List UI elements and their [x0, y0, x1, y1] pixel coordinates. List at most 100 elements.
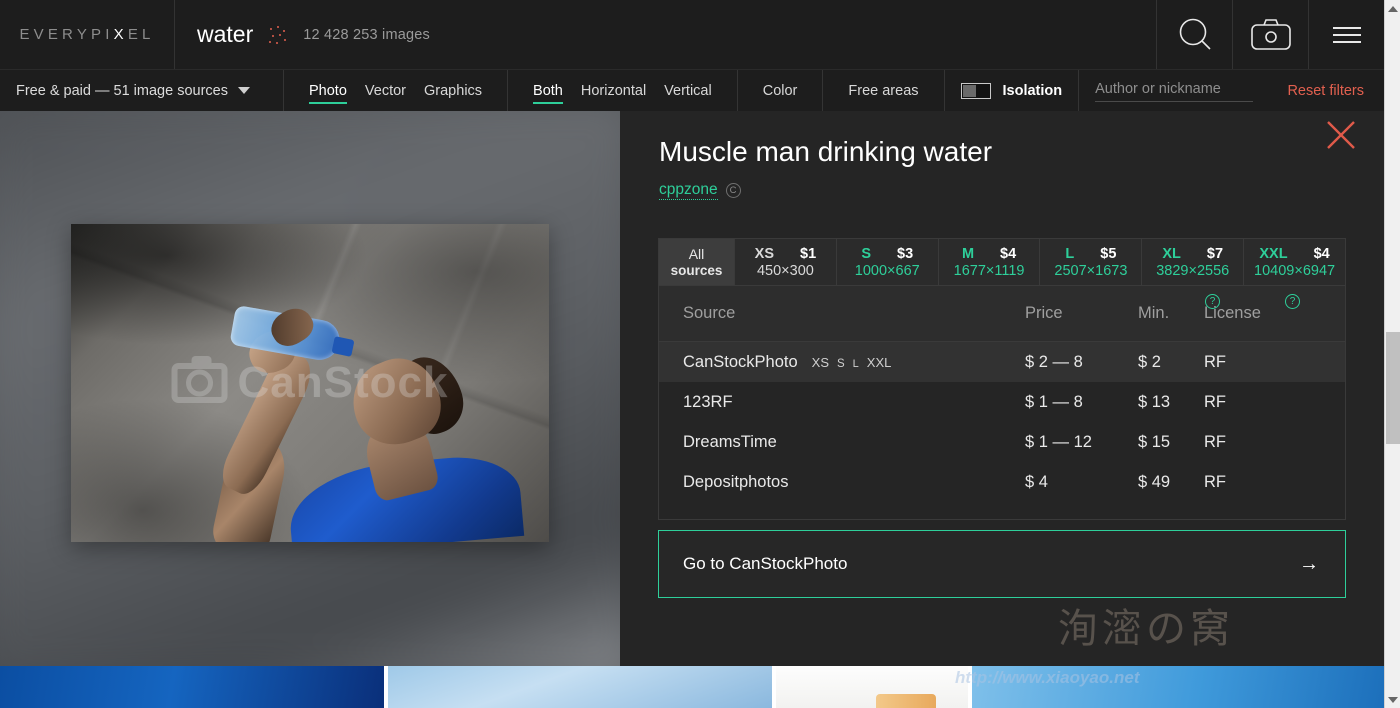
media-type-filter: Photo Vector Graphics	[284, 69, 509, 112]
source-name: CanStockPhoto	[683, 352, 798, 371]
preview-photo[interactable]: CanStock	[71, 224, 549, 542]
arrow-right-icon: →	[1299, 552, 1319, 575]
detail-panel: Muscle man drinking water cppzone C All …	[620, 111, 1384, 666]
filter-horizontal[interactable]: Horizontal	[572, 81, 655, 101]
size-badge-s: S	[837, 357, 845, 370]
table-row[interactable]: Depositphotos $ 4 $ 49 RF	[659, 462, 1345, 502]
available-sizes: XS S L XXL	[812, 355, 892, 370]
source-name: Depositphotos	[683, 472, 789, 491]
size-tabs: All sources XS $1 450×300 S $3 1000×667 M $…	[658, 238, 1346, 286]
table-row[interactable]: 123RF $ 1 — 8 $ 13 RF	[659, 382, 1345, 422]
size-badge-l: L	[852, 357, 859, 370]
size-tab-m[interactable]: M $4 1677×1119	[939, 239, 1041, 285]
size-tab-xl-label: XL	[1162, 245, 1181, 262]
size-tab-xl-price: $7	[1206, 245, 1224, 262]
filter-both[interactable]: Both	[524, 81, 572, 104]
row-license: RF	[1204, 432, 1226, 451]
size-tab-xs-price: $1	[800, 245, 817, 262]
thumbnail-item[interactable]	[388, 666, 772, 708]
chevron-down-icon	[237, 87, 250, 94]
go-to-source-button[interactable]: Go to CanStockPhoto →	[658, 530, 1346, 598]
source-name: 123RF	[683, 392, 733, 411]
logo[interactable]: EVERYPIXEL	[0, 0, 175, 69]
isolation-filter[interactable]: Isolation	[945, 69, 1080, 112]
column-header-source: Source	[683, 304, 736, 322]
author-link[interactable]: cppzone	[659, 181, 718, 200]
logo-text: EVERYPI	[19, 26, 114, 43]
scroll-down-arrow-icon[interactable]	[1385, 691, 1400, 708]
author-input[interactable]	[1095, 79, 1254, 102]
size-tab-xxl-price: $4	[1313, 245, 1330, 262]
sources-filter[interactable]: Free & paid — 51 image sources	[0, 69, 284, 112]
size-tab-s-dims: 1000×667	[854, 262, 920, 279]
size-tab-l[interactable]: L $5 2507×1673	[1040, 239, 1143, 285]
close-icon[interactable]	[1323, 117, 1359, 153]
filter-free-areas-label: Free areas	[848, 82, 919, 99]
thumbnail-strip	[0, 666, 1384, 708]
free-areas-filter[interactable]: Free areas	[823, 69, 945, 112]
thumbnail-item[interactable]	[0, 666, 384, 708]
size-tab-xs[interactable]: XS $1 450×300	[735, 239, 837, 285]
row-license: RF	[1204, 472, 1226, 491]
size-tab-l-dims: 2507×1673	[1054, 262, 1128, 279]
search-icon[interactable]	[1156, 0, 1232, 69]
size-tab-xs-dims: 450×300	[756, 262, 814, 279]
column-header-license-text: License	[1204, 304, 1261, 322]
size-tab-xs-label: XS	[754, 245, 775, 262]
table-row[interactable]: DreamsTime $ 1 — 12 $ 15 RF	[659, 422, 1345, 462]
go-to-source-label: Go to CanStockPhoto	[683, 554, 848, 573]
filter-vertical[interactable]: Vertical	[655, 81, 721, 101]
filter-photo[interactable]: Photo	[300, 81, 356, 104]
filter-color-label: Color	[762, 82, 798, 99]
isolation-toggle[interactable]	[960, 82, 991, 99]
column-header-price: Price	[1025, 304, 1063, 322]
filter-graphics[interactable]: Graphics	[415, 81, 491, 101]
row-min: $ 2	[1138, 352, 1161, 371]
size-tab-s-price: $3	[897, 245, 914, 262]
size-tab-all-line1: All	[688, 246, 705, 262]
size-badge-xs: XS	[811, 354, 829, 370]
row-min: $ 49	[1138, 472, 1171, 491]
camera-icon[interactable]	[1232, 0, 1308, 69]
table-header-row: Source Price Min.? License?	[659, 286, 1345, 342]
color-filter[interactable]: Color	[738, 69, 824, 112]
author-row: cppzone C	[659, 181, 741, 200]
sources-filter-label: Free & paid — 51 image sources	[16, 82, 228, 99]
image-preview-pane: CanStock	[0, 111, 620, 666]
row-price: $ 1 — 8	[1025, 392, 1083, 411]
page-title: Muscle man drinking water	[659, 136, 993, 167]
row-source-cell: CanStockPhoto XS S L XXL	[683, 353, 1025, 372]
scrollbar-thumb[interactable]	[1386, 332, 1400, 444]
size-tab-s[interactable]: S $3 1000×667	[837, 239, 939, 285]
table-row[interactable]: CanStockPhoto XS S L XXL $ 2 — 8 $ 2 RF	[659, 342, 1345, 382]
size-tab-xl[interactable]: XL $7 3829×2556	[1142, 239, 1245, 285]
images-count: 12 428 253 images	[303, 26, 430, 43]
size-tab-xxl[interactable]: XXL $4 10409×6947	[1244, 239, 1345, 285]
search-query-text: water	[197, 21, 254, 47]
filter-bar: Free & paid — 51 image sources Photo Vec…	[0, 69, 1384, 112]
row-min: $ 15	[1138, 432, 1171, 451]
search-query-area[interactable]: water 12 428 253 images	[175, 0, 1156, 69]
size-tab-all-sources[interactable]: All sources	[659, 239, 735, 285]
logo-highlight: X	[113, 26, 128, 43]
size-tab-xxl-label: XXL	[1259, 245, 1288, 262]
question-mark-icon-license[interactable]: ?	[1285, 294, 1300, 309]
thumbnail-item[interactable]	[776, 666, 968, 708]
everypixel-app: EVERYPIXEL water 12 428 253 images Free …	[0, 0, 1400, 708]
row-price: $ 2 — 8	[1025, 352, 1083, 371]
dots-pattern-icon	[267, 24, 289, 46]
scroll-up-arrow-icon[interactable]	[1385, 0, 1400, 17]
size-badge-xxl: XXL	[866, 354, 892, 370]
filter-vector[interactable]: Vector	[356, 81, 415, 101]
copyright-icon: C	[725, 183, 741, 198]
isolation-label: Isolation	[1002, 82, 1063, 99]
row-license: RF	[1204, 352, 1226, 371]
top-bar: EVERYPIXEL water 12 428 253 images	[0, 0, 1384, 69]
thumbnail-item[interactable]	[972, 666, 1384, 708]
hamburger-menu-icon[interactable]	[1308, 0, 1384, 69]
row-min: $ 13	[1138, 392, 1171, 411]
column-header-min: Min.?	[1138, 294, 1220, 323]
row-license: RF	[1204, 392, 1226, 411]
page-scrollbar[interactable]	[1384, 0, 1400, 708]
reset-filters-button[interactable]: Reset filters	[1287, 83, 1384, 99]
